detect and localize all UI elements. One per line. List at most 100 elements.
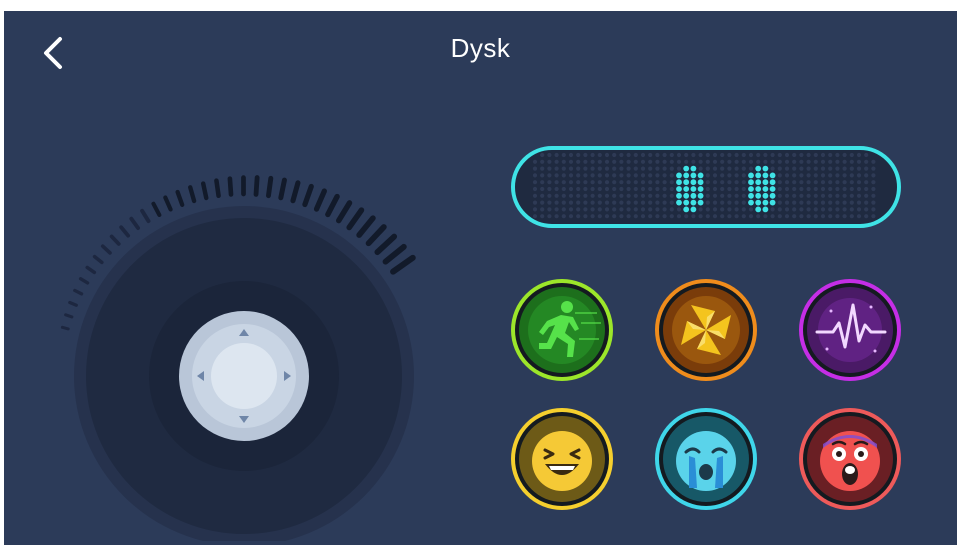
led-dot: [619, 152, 624, 158]
gauge-tick: [302, 183, 314, 208]
gauge-tick: [313, 188, 327, 212]
gauge-tick: [119, 225, 131, 238]
led-dot: [684, 214, 689, 219]
led-dot: [640, 173, 646, 178]
led-dot: [612, 166, 617, 171]
led-dot: [633, 200, 638, 205]
led-dot: [626, 193, 631, 198]
led-dot-lit: [748, 172, 754, 179]
led-dot: [619, 166, 624, 171]
led-dot: [568, 173, 574, 178]
led-dot: [590, 159, 595, 164]
led-dot-lit: [676, 199, 682, 206]
led-dot: [849, 186, 854, 192]
shocked-emoji-button[interactable]: [797, 406, 903, 512]
led-dot: [633, 180, 638, 185]
led-dot: [806, 159, 811, 164]
led-dot: [828, 173, 833, 178]
led-dot: [626, 180, 631, 185]
led-dot: [662, 207, 667, 212]
crying-face-icon: [676, 431, 736, 491]
led-dot: [561, 200, 566, 205]
led-dot-lit: [697, 186, 704, 192]
led-dot: [547, 186, 552, 192]
led-dot: [626, 214, 631, 219]
led-dot: [633, 214, 638, 219]
led-dot: [532, 166, 538, 171]
led-dot: [835, 193, 840, 198]
led-dot: [734, 207, 739, 212]
led-dot: [648, 193, 653, 198]
led-dot: [835, 152, 840, 158]
led-dot: [792, 193, 797, 198]
gauge-tick: [129, 216, 140, 230]
laughing-emoji-button[interactable]: [509, 406, 615, 512]
led-dot: [842, 159, 847, 164]
led-dot: [568, 193, 574, 198]
led-dot: [871, 214, 876, 219]
gauge-tick: [356, 215, 376, 238]
led-dot-lit: [769, 172, 776, 179]
run-mode-button[interactable]: [509, 277, 615, 383]
led-dot: [835, 180, 840, 185]
led-dot: [792, 166, 797, 171]
led-dot-lit: [676, 186, 682, 192]
led-dot: [640, 193, 646, 198]
led-dot: [583, 159, 588, 164]
led-dot: [655, 207, 660, 212]
led-dot: [669, 186, 674, 192]
led-dot: [799, 159, 804, 164]
led-dot: [626, 159, 631, 164]
led-dot: [626, 200, 631, 205]
led-dot: [734, 200, 739, 205]
led-dot: [770, 152, 775, 158]
led-dot: [554, 214, 559, 219]
led-dot: [576, 186, 581, 192]
led-dot: [777, 180, 782, 185]
led-dot: [720, 214, 725, 219]
led-dot: [813, 173, 818, 178]
led-dot: [813, 207, 818, 212]
led-dot: [777, 152, 782, 158]
led-dot-lit: [697, 179, 704, 186]
led-dot: [547, 159, 552, 164]
led-dot: [698, 159, 703, 164]
gauge-tick: [290, 180, 301, 204]
led-dot: [561, 186, 566, 192]
gauge-tick: [175, 189, 185, 207]
led-dot: [856, 159, 862, 164]
led-dot: [734, 152, 739, 158]
led-dot: [734, 166, 739, 171]
led-dot: [698, 207, 703, 212]
led-dot: [540, 207, 545, 212]
gauge-tick: [200, 181, 209, 201]
led-dot: [828, 214, 833, 219]
led-dot: [532, 159, 538, 164]
led-dot: [828, 200, 833, 205]
led-dot: [604, 193, 610, 198]
led-dot: [871, 193, 876, 198]
led-dot: [568, 152, 574, 158]
led-dot: [741, 200, 746, 205]
crying-emoji-button[interactable]: [653, 406, 759, 512]
sound-wave-button[interactable]: [797, 277, 903, 383]
joystick-knob[interactable]: [179, 311, 309, 441]
led-dot: [727, 159, 732, 164]
led-dot: [655, 173, 660, 178]
led-dot: [784, 214, 790, 219]
led-dot: [784, 166, 790, 171]
led-dot: [828, 207, 833, 212]
led-dot: [576, 214, 581, 219]
led-dot-lit: [690, 172, 697, 179]
led-dot: [864, 186, 869, 192]
led-dot: [770, 207, 775, 212]
led-dot: [720, 193, 725, 198]
spin-mode-button[interactable]: [653, 277, 759, 383]
led-dot: [705, 207, 710, 212]
led-dot: [792, 180, 797, 185]
led-dot: [705, 166, 710, 171]
led-dot: [633, 186, 638, 192]
led-dot: [864, 214, 869, 219]
led-dot-lit: [769, 179, 776, 186]
gauge-tick: [365, 224, 387, 247]
